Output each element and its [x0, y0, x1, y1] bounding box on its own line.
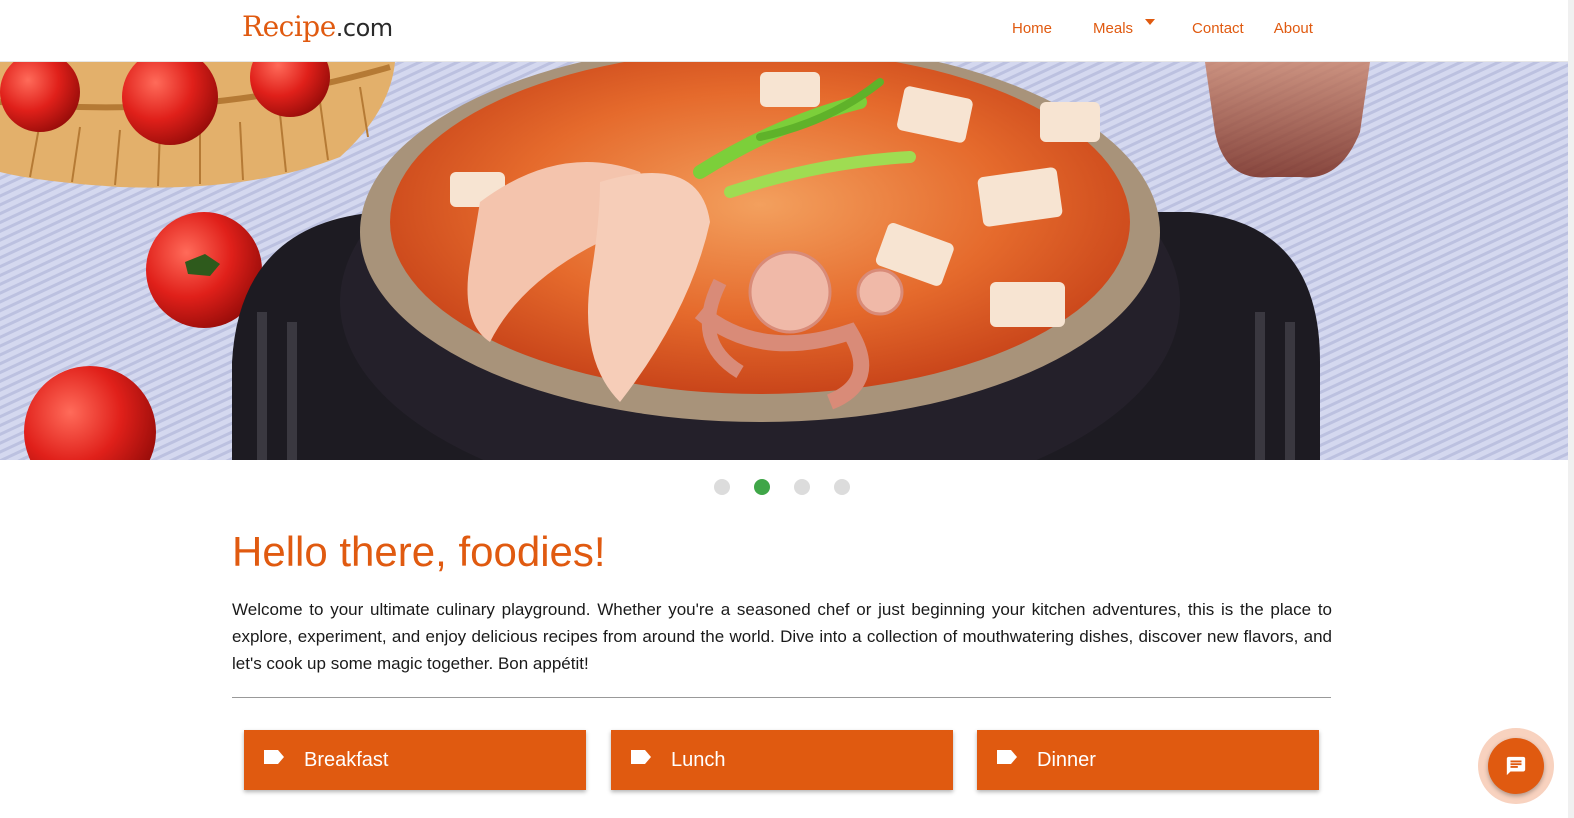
carousel-dot-2[interactable] — [754, 479, 770, 495]
category-breakfast-button[interactable]: Breakfast — [244, 730, 586, 790]
nav-contact-link[interactable]: Contact — [1192, 20, 1244, 37]
chevron-down-icon[interactable] — [1145, 18, 1156, 25]
chat-icon — [1506, 756, 1526, 776]
chat-button[interactable] — [1488, 738, 1544, 794]
site-logo[interactable]: Recipe.com — [242, 10, 393, 43]
logo-text-domain: .com — [335, 14, 393, 42]
nav-meals-link[interactable]: Meals — [1093, 20, 1133, 37]
divider — [232, 697, 1331, 698]
tag-icon — [997, 750, 1017, 764]
category-label: Breakfast — [304, 749, 389, 771]
navbar: Recipe.com Home Meals Contact About — [0, 0, 1568, 62]
category-label: Dinner — [1037, 749, 1096, 771]
intro-paragraph: Welcome to your ultimate culinary playgr… — [232, 600, 1332, 673]
tag-icon — [631, 750, 651, 764]
tag-icon — [264, 750, 284, 764]
nav-about-link[interactable]: About — [1274, 20, 1313, 37]
category-dinner-button[interactable]: Dinner — [977, 730, 1319, 790]
carousel-dot-3[interactable] — [794, 479, 810, 495]
logo-text-main: Recipe — [242, 10, 336, 43]
page-title: Hello there, foodies! — [232, 528, 606, 575]
carousel-indicators — [714, 479, 874, 495]
category-label: Lunch — [671, 749, 726, 771]
vertical-scrollbar[interactable] — [1568, 0, 1574, 818]
hero-carousel-image — [0, 62, 1568, 460]
nav-home-link[interactable]: Home — [1012, 20, 1052, 37]
main-nav: Home Meals Contact About — [1012, 18, 1313, 37]
category-lunch-button[interactable]: Lunch — [611, 730, 953, 790]
carousel-dot-4[interactable] — [834, 479, 850, 495]
carousel-dot-1[interactable] — [714, 479, 730, 495]
